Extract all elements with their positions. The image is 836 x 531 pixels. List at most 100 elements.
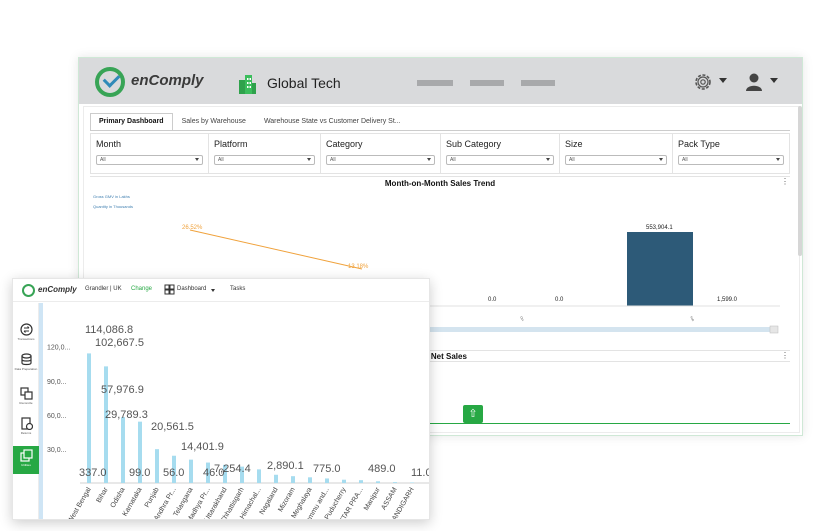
app-header: enComply Global Tech [79, 58, 802, 104]
data-label: 56.0 [163, 467, 184, 479]
legend-qty: Quantity in Thousands [93, 204, 133, 209]
bar-value-label: 0.0 [488, 297, 497, 303]
chart-menu-icon[interactable]: ⋮ [781, 351, 789, 360]
chart-bar[interactable] [308, 477, 312, 483]
chart-bar[interactable] [291, 476, 295, 483]
tab-sales-by-warehouse[interactable]: Sales by Warehouse [173, 113, 255, 131]
sidebar-item-transactions[interactable]: Transactions [13, 323, 39, 349]
change-org-link[interactable]: Change [131, 286, 152, 292]
mobile-dashboard-window: enComply Grandler | UK Change Dashboard … [12, 278, 430, 520]
chart-zoom-handle[interactable] [769, 325, 779, 334]
gear-icon[interactable] [692, 71, 714, 93]
x-tick-label: ASSAM [380, 486, 398, 511]
trend-label: 13.18% [348, 264, 369, 270]
company-name: Global Tech [267, 75, 341, 91]
chart-bar[interactable] [342, 479, 346, 483]
month-select[interactable]: All [96, 155, 203, 165]
scroll-to-top-button[interactable]: ⇧ [463, 405, 483, 423]
data-label: 102,667.5 [95, 337, 144, 349]
returns-icon [20, 417, 33, 430]
sidebar-label: Returns [20, 431, 32, 435]
pack-type-select[interactable]: All [678, 155, 784, 165]
trend-label: 26.52% [182, 225, 203, 231]
nav-placeholder-3[interactable] [521, 80, 555, 86]
reconcile-icon [19, 387, 33, 400]
tab-warehouse-state[interactable]: Warehouse State vs Customer Delivery St.… [255, 113, 410, 131]
chart-bar[interactable] [274, 474, 278, 483]
state-sales-chart: 120,0... 90,0... 60,0... 30,0... West Bengal… [47, 324, 430, 520]
y-tick-label: 30,0... [47, 447, 67, 454]
data-label: 11.0 [411, 467, 430, 479]
chart-bar[interactable] [189, 459, 193, 483]
data-label: 775.0 [313, 463, 341, 475]
sub-category-select[interactable]: All [446, 155, 554, 165]
chart-bar[interactable] [393, 482, 397, 483]
bar-value-label: 1,599.0 [717, 297, 738, 303]
data-label: 46.0 [203, 467, 224, 479]
data-label: 99.0 [129, 467, 150, 479]
sidebar-item-utilities[interactable]: Utilities [13, 446, 39, 474]
nav-placeholder-1[interactable] [417, 80, 453, 86]
settings-caret-icon[interactable] [719, 78, 727, 83]
chart-bar[interactable] [155, 449, 159, 483]
filter-size: Size All [560, 134, 673, 173]
sidebar-label: Transactions [17, 337, 35, 341]
sidebar-item-reconcile[interactable]: Reconcile [13, 387, 39, 413]
x-tick-label: West Bengal [67, 486, 93, 520]
dashboard-grid-icon[interactable] [164, 284, 175, 295]
chart-bar[interactable] [359, 480, 363, 483]
filter-label: Size [565, 139, 583, 149]
sidebar: Transactions Data Preparation Reconcile [13, 303, 39, 519]
database-icon [20, 353, 32, 366]
tasks-menu[interactable]: Tasks [230, 286, 245, 292]
dashboard-tabs: Primary Dashboard Sales by Warehouse War… [90, 113, 410, 131]
category-select[interactable]: All [326, 155, 435, 165]
data-label: 489.0 [368, 463, 396, 475]
tab-primary-dashboard[interactable]: Primary Dashboard [90, 113, 173, 131]
bar-value-label: 0.0 [555, 297, 564, 303]
y-tick-label: 90,0... [47, 379, 67, 386]
size-select[interactable]: All [565, 155, 667, 165]
y-tick-label: 60,0... [47, 413, 67, 420]
chart-bar[interactable] [121, 417, 125, 483]
chart-bar[interactable] [627, 232, 693, 306]
platform-select[interactable]: All [214, 155, 315, 165]
filter-label: Pack Type [678, 139, 720, 149]
bar-value-label: 553,904.1 [646, 225, 673, 231]
filter-month: Month All [91, 134, 209, 173]
utilities-icon [19, 449, 33, 462]
data-label: 14,401.9 [181, 441, 224, 453]
x-tick-label: Feb [689, 316, 695, 323]
filter-label: Sub Category [446, 139, 502, 149]
filter-sub-category: Sub Category All [441, 134, 560, 173]
brand-name: enComply [131, 72, 204, 89]
brand-name: enComply [38, 285, 77, 294]
filter-platform: Platform All [209, 134, 321, 173]
data-label: 337.0 [79, 467, 107, 479]
chart-bar[interactable] [257, 469, 261, 483]
chart-zoom-scrollbar[interactable] [420, 327, 775, 332]
user-icon[interactable] [745, 72, 763, 92]
encomply-logo-icon [22, 284, 35, 297]
y-tick-label: 120,0... [47, 345, 70, 352]
sidebar-item-data-preparation[interactable]: Data Preparation [13, 353, 39, 383]
app-header: enComply Grandler | UK Change Dashboard … [13, 279, 429, 302]
data-label: 57,976.9 [101, 384, 144, 396]
sidebar-item-returns[interactable]: Returns [13, 417, 39, 443]
chart-bar[interactable] [410, 482, 414, 483]
chevron-down-icon[interactable] [211, 289, 215, 292]
chart-bar[interactable] [325, 478, 329, 483]
sidebar-label: Utilities [21, 463, 31, 467]
dashboard-menu[interactable]: Dashboard [177, 286, 206, 292]
page-scrollbar[interactable] [798, 106, 802, 256]
organization-name: Grandler | UK [85, 286, 122, 292]
user-caret-icon[interactable] [770, 78, 778, 83]
chart-menu-icon[interactable]: ⋮ [781, 177, 789, 186]
nav-placeholder-2[interactable] [470, 80, 504, 86]
data-label: 20,561.5 [151, 421, 194, 433]
filter-label: Category [326, 139, 363, 149]
filter-label: Platform [214, 139, 248, 149]
chart-bar[interactable] [87, 353, 91, 483]
x-tick-label: Odisha [110, 486, 127, 509]
chart-bar[interactable] [376, 481, 380, 483]
